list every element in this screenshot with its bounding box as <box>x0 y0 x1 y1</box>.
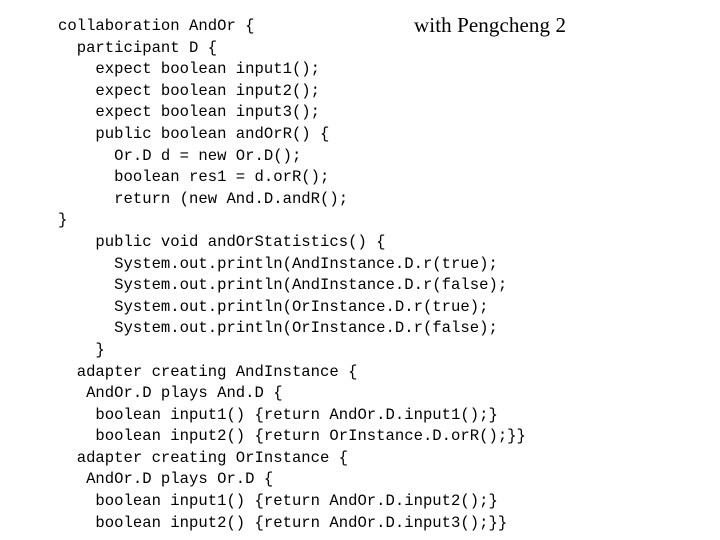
code-line: participant D { <box>58 38 218 57</box>
code-line: adapter creating OrInstance { <box>58 448 349 467</box>
code-line: } <box>58 340 105 359</box>
code-line: adapter creating AndInstance { <box>58 362 358 381</box>
code-line: collaboration AndOr { <box>58 17 255 35</box>
code-line: boolean input2() {return AndOr.D.input3(… <box>58 513 508 532</box>
slide-canvas: with Pengcheng 2 collaboration AndOr { p… <box>0 0 720 540</box>
code-line: expect boolean input3(); <box>58 103 321 122</box>
code-line: AndOr.D plays Or.D { <box>58 470 274 489</box>
code-line: System.out.println(OrInstance.D.r(true); <box>58 297 489 316</box>
code-listing: collaboration AndOr { participant D { ex… <box>58 16 698 534</box>
code-line: boolean input2() {return OrInstance.D.or… <box>58 427 526 446</box>
code-line: System.out.println(AndInstance.D.r(true)… <box>58 254 498 273</box>
code-line: expect boolean input1(); <box>58 60 321 79</box>
code-line: } <box>58 211 68 230</box>
code-line: System.out.println(OrInstance.D.r(false)… <box>58 319 498 338</box>
code-line: return (new And.D.andR(); <box>58 189 349 208</box>
code-line: public void andOrStatistics() { <box>58 232 386 251</box>
code-line: Or.D d = new Or.D(); <box>58 146 302 165</box>
code-line: expect boolean input2(); <box>58 81 321 100</box>
code-line: System.out.println(AndInstance.D.r(false… <box>58 276 508 295</box>
code-line: boolean res1 = d.orR(); <box>58 168 330 187</box>
code-line: public boolean andOrR() { <box>58 124 330 143</box>
code-line: boolean input1() {return AndOr.D.input2(… <box>58 492 498 511</box>
code-line: AndOr.D plays And.D { <box>58 384 283 403</box>
code-line: boolean input1() {return AndOr.D.input1(… <box>58 405 498 424</box>
